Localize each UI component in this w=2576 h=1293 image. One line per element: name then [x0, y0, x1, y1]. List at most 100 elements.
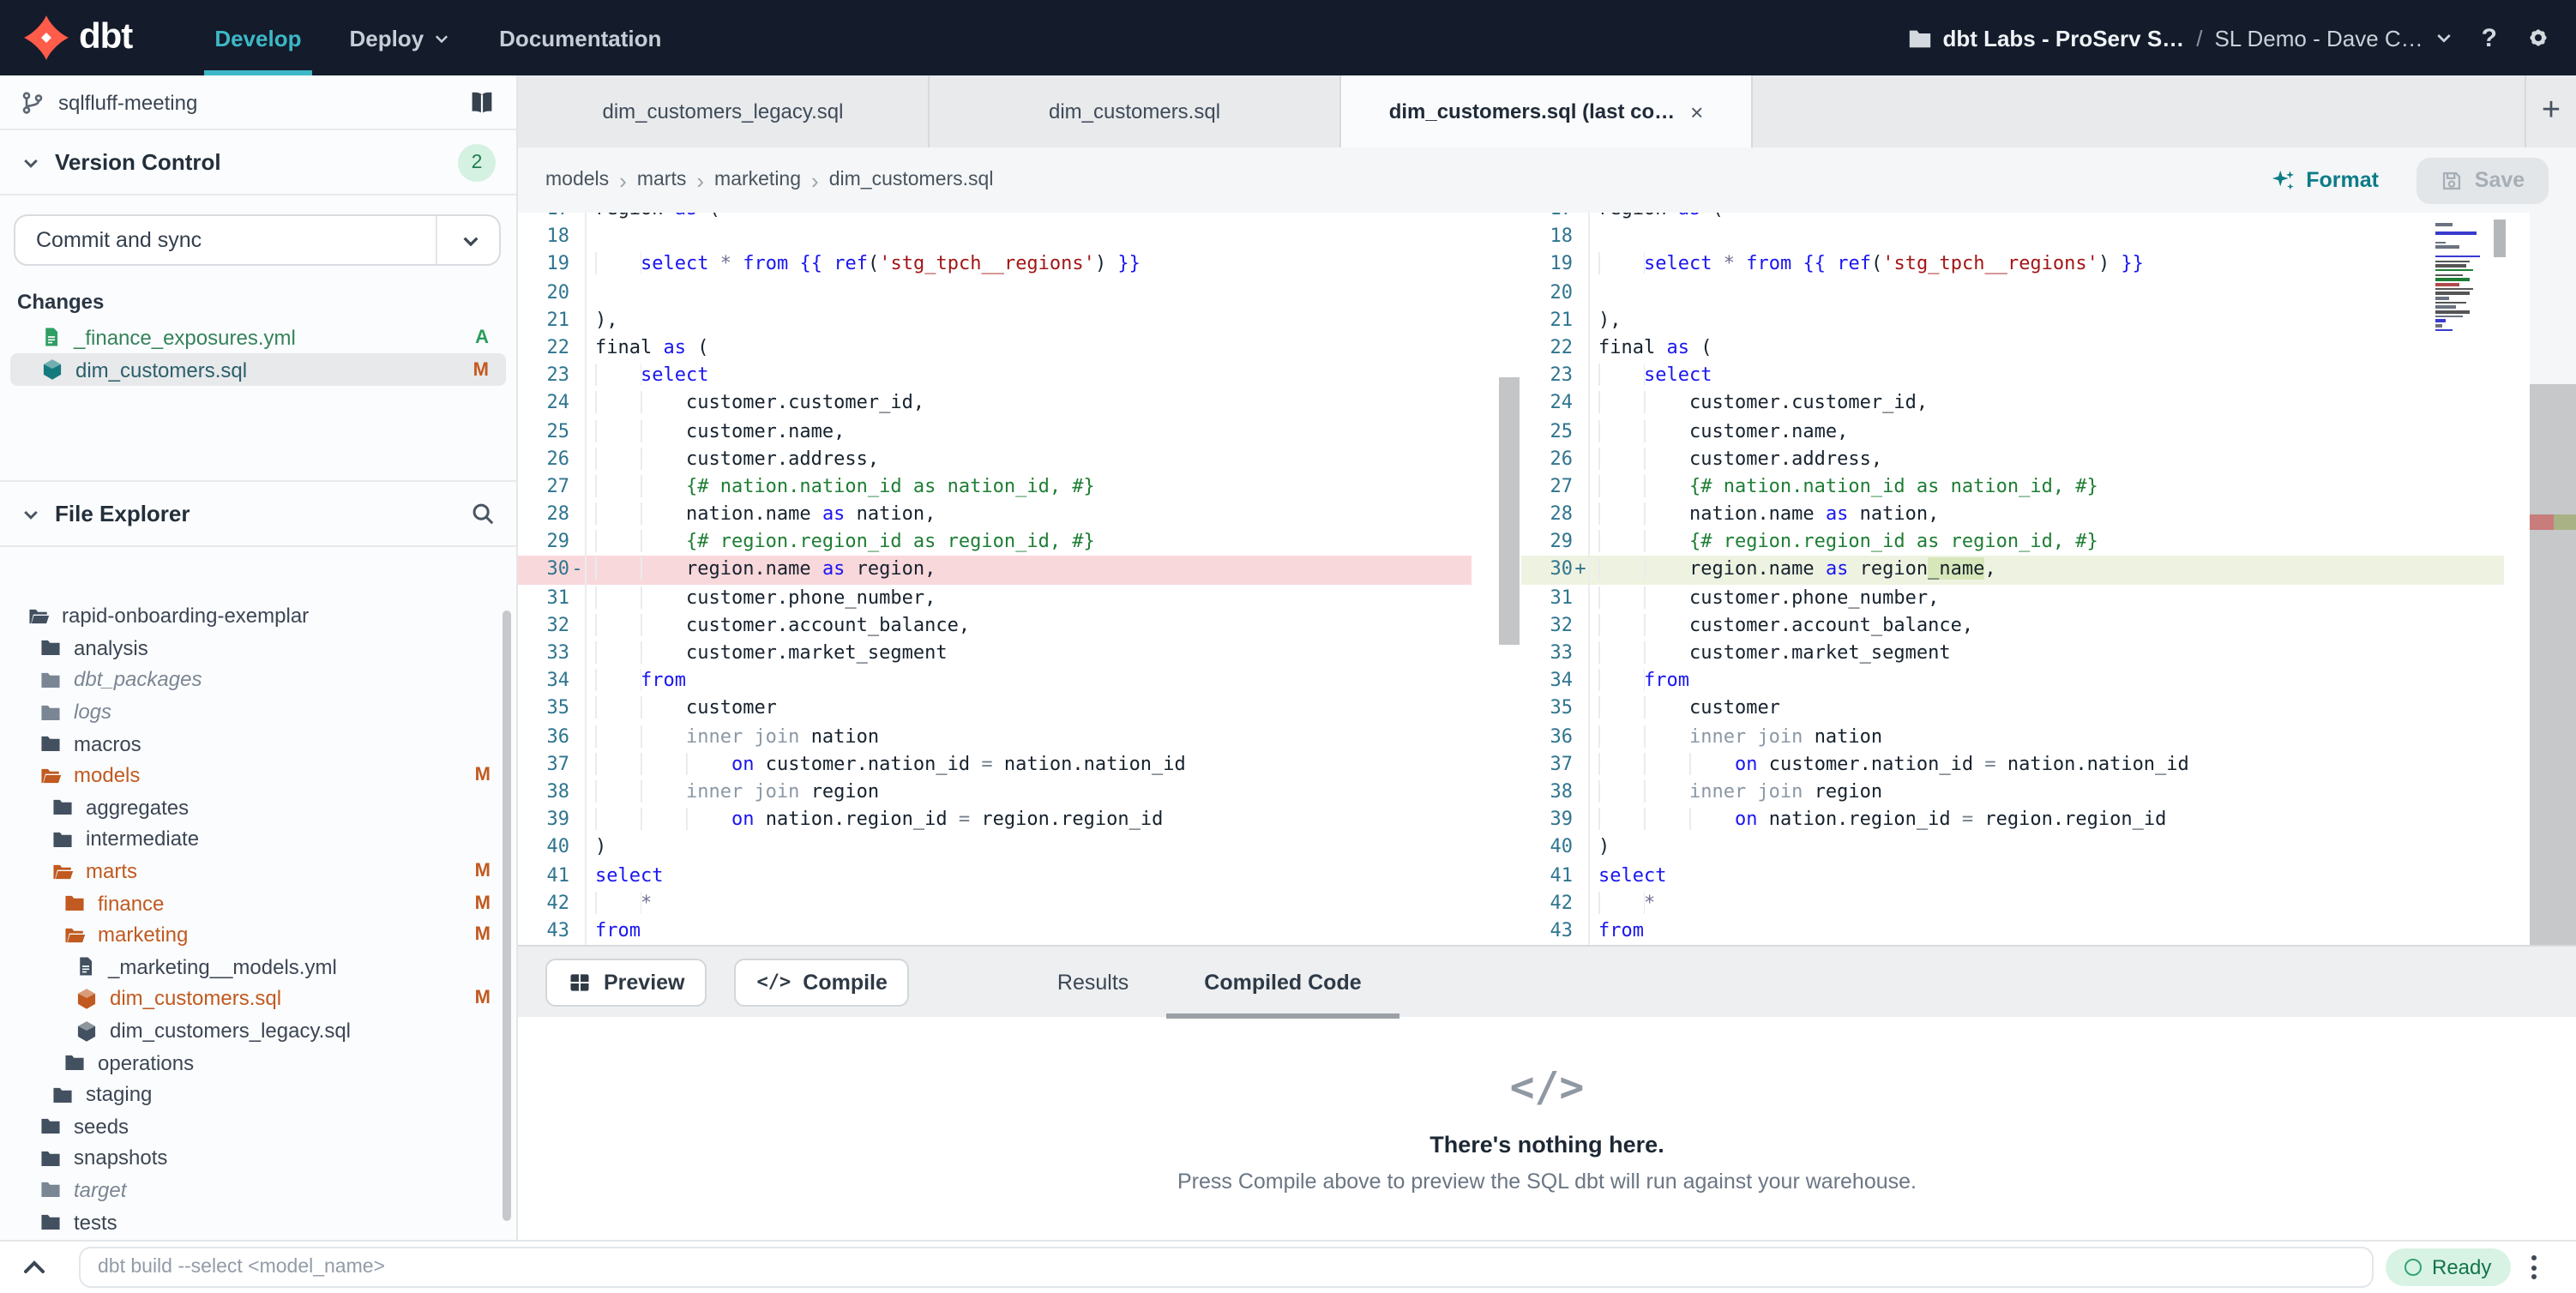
- expand-panel-icon[interactable]: [21, 1254, 48, 1281]
- code-line[interactable]: 42 *: [1521, 889, 2504, 917]
- file-tree-item[interactable]: macros: [0, 728, 516, 760]
- code-line[interactable]: 24 customer.customer_id,: [1521, 390, 2504, 418]
- code-line[interactable]: 37 on customer.nation_id = nation.nation…: [518, 751, 1472, 779]
- changed-file-row[interactable]: dim_customers.sqlM: [10, 353, 506, 386]
- file-tree-item[interactable]: dim_customers.sqlM: [0, 983, 516, 1014]
- code-line[interactable]: 18: [518, 223, 1472, 250]
- code-line[interactable]: 36 inner join nation: [1521, 723, 2504, 750]
- file-tree-item[interactable]: operations: [0, 1047, 516, 1079]
- code-line[interactable]: 21),: [518, 307, 1472, 334]
- code-line[interactable]: 34 from: [518, 667, 1472, 695]
- file-tree-item[interactable]: modelsM: [0, 760, 516, 791]
- breadcrumb-item[interactable]: models: [545, 170, 609, 190]
- file-tree-scrollbar[interactable]: [503, 610, 511, 1221]
- minimap[interactable]: [2435, 223, 2490, 334]
- code-line[interactable]: 32 customer.account_balance,: [1521, 612, 2504, 640]
- nav-menu-deploy[interactable]: Deploy: [325, 0, 475, 75]
- code-line[interactable]: 26 customer.address,: [1521, 445, 2504, 472]
- editor-tab[interactable]: dim_customers.sql: [930, 75, 1341, 147]
- file-tree-item[interactable]: martsM: [0, 856, 516, 887]
- file-tree-item[interactable]: dim_customers_legacy.sql: [0, 1014, 516, 1046]
- code-line[interactable]: 20: [1521, 279, 2504, 306]
- code-line[interactable]: 29 {# region.region_id as region_id, #}: [1521, 529, 2504, 556]
- code-line[interactable]: 43from: [518, 917, 1472, 945]
- command-input[interactable]: [79, 1247, 2374, 1288]
- code-line[interactable]: 26 customer.address,: [518, 445, 1472, 472]
- diff-overview-ruler[interactable]: [2530, 213, 2576, 945]
- chevron-down-icon[interactable]: [460, 230, 482, 252]
- code-line[interactable]: 38 inner join region: [518, 779, 1472, 806]
- code-line[interactable]: 35 customer: [1521, 695, 2504, 723]
- code-line[interactable]: 27 {# nation.nation_id as nation_id, #}: [518, 473, 1472, 501]
- close-tab-icon[interactable]: ×: [1690, 99, 1703, 124]
- file-explorer-header[interactable]: File Explorer: [0, 482, 516, 547]
- code-line[interactable]: 20: [518, 279, 1472, 306]
- compile-button[interactable]: </>Compile: [735, 958, 910, 1006]
- file-tree-item[interactable]: logs: [0, 696, 516, 728]
- code-line[interactable]: 41select: [1521, 862, 2504, 889]
- file-tree-item[interactable]: staging: [0, 1079, 516, 1110]
- code-line[interactable]: 37 on customer.nation_id = nation.nation…: [1521, 751, 2504, 779]
- code-line[interactable]: 17region as (: [518, 213, 1472, 223]
- code-line[interactable]: 28 nation.name as nation,: [518, 501, 1472, 528]
- docs-book-icon[interactable]: [468, 88, 496, 116]
- code-line[interactable]: 25 customer.name,: [1521, 418, 2504, 445]
- code-line[interactable]: 27 {# nation.nation_id as nation_id, #}: [1521, 473, 2504, 501]
- file-tree-item[interactable]: snapshots: [0, 1142, 516, 1174]
- breadcrumb-item[interactable]: marketing: [714, 170, 801, 190]
- code-line[interactable]: 24 customer.customer_id,: [518, 390, 1472, 418]
- code-line[interactable]: 18: [1521, 223, 2504, 250]
- code-line[interactable]: 41select: [518, 862, 1472, 889]
- tab-compiled-code[interactable]: Compiled Code: [1166, 946, 1399, 1018]
- code-line[interactable]: 43from: [1521, 917, 2504, 945]
- code-line[interactable]: 23 select: [1521, 362, 2504, 389]
- editor-tab[interactable]: dim_customers_legacy.sql: [518, 75, 930, 147]
- code-line[interactable]: 33 customer.market_segment: [1521, 640, 2504, 667]
- code-line[interactable]: 42 *: [518, 889, 1472, 917]
- search-icon[interactable]: [470, 501, 496, 526]
- code-line[interactable]: 29 {# region.region_id as region_id, #}: [518, 529, 1472, 556]
- code-line[interactable]: 32 customer.account_balance,: [518, 612, 1472, 640]
- code-line[interactable]: 38 inner join region: [1521, 779, 2504, 806]
- file-tree-item[interactable]: dbt_packages: [0, 664, 516, 695]
- gear-icon[interactable]: [2525, 24, 2552, 51]
- environment-name[interactable]: SL Demo - Dave C…: [2214, 25, 2423, 51]
- code-line[interactable]: 35 customer: [518, 695, 1472, 723]
- code-line[interactable]: 22final as (: [518, 334, 1472, 362]
- code-line[interactable]: 34 from: [1521, 667, 2504, 695]
- file-tree-item[interactable]: _marketing__models.yml: [0, 951, 516, 983]
- save-button[interactable]: Save: [2417, 157, 2549, 203]
- file-tree-item[interactable]: tests: [0, 1206, 516, 1238]
- code-line[interactable]: 31 customer.phone_number,: [518, 584, 1472, 611]
- tab-results[interactable]: Results: [1020, 946, 1166, 1018]
- file-tree-item[interactable]: analysis: [0, 632, 516, 664]
- file-tree-item[interactable]: marketingM: [0, 919, 516, 951]
- file-tree-item[interactable]: rapid-onboarding-exemplar: [0, 600, 516, 632]
- code-line[interactable]: 30+ region.name as region_name,: [1521, 556, 2504, 584]
- code-line[interactable]: 19 select * from {{ ref('stg_tpch__regio…: [518, 251, 1472, 279]
- diff-pane-modified[interactable]: 17region as (1819 select * from {{ ref('…: [1521, 213, 2504, 945]
- code-line[interactable]: 22final as (: [1521, 334, 2504, 362]
- diff-pane-original[interactable]: 17region as (1819 select * from {{ ref('…: [518, 213, 1472, 945]
- new-tab-button[interactable]: +: [2525, 75, 2576, 147]
- file-tree-item[interactable]: financeM: [0, 887, 516, 919]
- project-name[interactable]: dbt Labs - ProServ S…: [1942, 25, 2184, 51]
- code-line[interactable]: 19 select * from {{ ref('stg_tpch__regio…: [1521, 251, 2504, 279]
- version-control-header[interactable]: Version Control 2: [0, 130, 516, 195]
- code-line[interactable]: 33 customer.market_segment: [518, 640, 1472, 667]
- code-line[interactable]: 39 on nation.region_id = region.region_i…: [1521, 806, 2504, 833]
- file-tree-item[interactable]: intermediate: [0, 823, 516, 855]
- code-line[interactable]: 40): [1521, 834, 2504, 862]
- changed-file-row[interactable]: _finance_exposures.ymlA: [10, 321, 506, 353]
- format-button[interactable]: Format: [2270, 167, 2379, 193]
- nav-menu-documentation[interactable]: Documentation: [475, 0, 685, 75]
- preview-button[interactable]: Preview: [545, 958, 707, 1006]
- breadcrumb-item[interactable]: marts: [637, 170, 687, 190]
- code-line[interactable]: 31 customer.phone_number,: [1521, 584, 2504, 611]
- file-tree-item[interactable]: seeds: [0, 1110, 516, 1142]
- chevron-down-icon[interactable]: [2434, 27, 2454, 48]
- editor-tab[interactable]: dim_customers.sql (last co…×: [1341, 75, 1753, 147]
- code-line[interactable]: 40): [518, 834, 1472, 862]
- breadcrumb-item[interactable]: dim_customers.sql: [829, 170, 994, 190]
- nav-menu-develop[interactable]: Develop: [190, 0, 325, 75]
